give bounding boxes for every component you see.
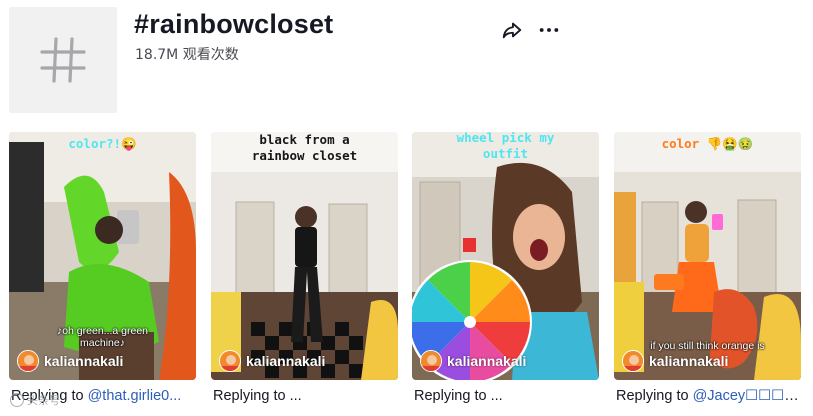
video-author[interactable]: kaliannakali bbox=[17, 350, 123, 372]
description-text: Replying to ... bbox=[414, 388, 503, 404]
author-name: kaliannakali bbox=[44, 353, 124, 369]
more-options-button[interactable] bbox=[536, 17, 562, 43]
more-dots-icon bbox=[539, 28, 559, 32]
video-card[interactable]: color?!😜 ♪oh green...a green machine♪ ka… bbox=[9, 132, 196, 404]
share-button[interactable] bbox=[499, 17, 525, 43]
description-text: Replying to bbox=[616, 388, 693, 404]
share-icon bbox=[502, 22, 522, 39]
video-thumbnail[interactable]: wheel pick my outfit kaliannakali bbox=[412, 132, 599, 380]
video-description[interactable]: Replying to ... bbox=[213, 386, 398, 406]
avatar bbox=[17, 350, 39, 372]
watermark-text: 头条号 bbox=[27, 394, 60, 407]
author-name: kaliannakali bbox=[246, 353, 326, 369]
watermark-logo-icon bbox=[10, 393, 24, 407]
avatar bbox=[622, 350, 644, 372]
video-description[interactable]: Replying to ... bbox=[414, 386, 599, 406]
hashtag-avatar bbox=[9, 7, 117, 113]
hashtag-header: #rainbowcloset 18.7M 观看次数 bbox=[9, 7, 804, 115]
video-caption: wheel pick my outfit bbox=[456, 132, 555, 161]
video-author[interactable]: kaliannakali bbox=[622, 350, 728, 372]
video-thumbnail[interactable]: color?!😜 ♪oh green...a green machine♪ ka… bbox=[9, 132, 196, 380]
video-card[interactable]: black from a rainbow closet kaliannakali… bbox=[211, 132, 398, 404]
video-overlay-text: ♪oh green...a green machine♪ bbox=[56, 325, 149, 349]
video-author[interactable]: kaliannakali bbox=[420, 350, 526, 372]
mention-link[interactable]: @Jacey☐☐☐ bbox=[693, 388, 799, 404]
video-thumbnail-image bbox=[211, 132, 398, 380]
video-caption: color 👎🤮🤢 bbox=[661, 136, 754, 151]
page-title: #rainbowcloset bbox=[134, 9, 334, 39]
video-description[interactable]: Replying to @Jacey☐☐☐ i... bbox=[616, 386, 801, 406]
hashtag-icon bbox=[40, 37, 86, 83]
author-name: kaliannakali bbox=[447, 353, 527, 369]
video-grid: color?!😜 ♪oh green...a green machine♪ ka… bbox=[9, 132, 804, 412]
watermark: 头条号 bbox=[10, 392, 60, 408]
video-card[interactable]: wheel pick my outfit kaliannakali Replyi… bbox=[412, 132, 599, 404]
video-author[interactable]: kaliannakali bbox=[219, 350, 325, 372]
author-name: kaliannakali bbox=[649, 353, 729, 369]
video-caption: color?!😜 bbox=[68, 136, 137, 151]
video-caption: black from a rainbow closet bbox=[251, 132, 358, 163]
view-count: 18.7M 观看次数 bbox=[135, 47, 239, 63]
video-thumbnail[interactable]: color 👎🤮🤢 if you still think orange is k… bbox=[614, 132, 801, 380]
video-thumbnail-image bbox=[412, 132, 599, 380]
avatar bbox=[420, 350, 442, 372]
video-card[interactable]: color 👎🤮🤢 if you still think orange is k… bbox=[614, 132, 801, 404]
video-thumbnail[interactable]: black from a rainbow closet kaliannakali bbox=[211, 132, 398, 380]
avatar bbox=[219, 350, 241, 372]
mention-link[interactable]: @that.girlie0... bbox=[88, 388, 182, 404]
description-text: Replying to ... bbox=[213, 388, 302, 404]
